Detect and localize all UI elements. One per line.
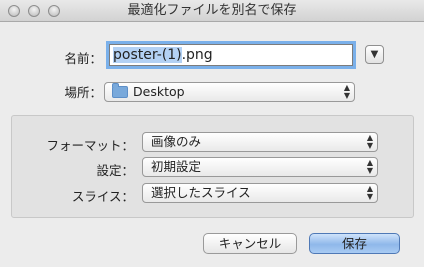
window-title: 最適化ファイルを別名で保存	[127, 3, 297, 18]
updown-arrows-icon: ▲ ▼	[343, 83, 350, 100]
location-value: Desktop	[133, 84, 185, 99]
slices-value: 選択したスライス	[151, 185, 251, 200]
updown-arrows-icon: ▲ ▼	[366, 158, 373, 175]
location-label: 場所：	[64, 85, 102, 100]
filename-label: 名前：	[64, 51, 102, 66]
slices-label: スライス：	[71, 189, 134, 204]
updown-arrows-icon: ▲ ▼	[366, 133, 373, 150]
slices-popup[interactable]: 選択したスライス ▲ ▼	[142, 183, 378, 203]
format-label: フォーマット：	[46, 138, 134, 153]
disclosure-triangle-icon: ▼	[370, 49, 379, 60]
format-value: 画像のみ	[151, 134, 202, 149]
expand-dialog-button[interactable]: ▼	[365, 45, 384, 64]
folder-icon	[112, 83, 128, 98]
save-button[interactable]: 保存	[309, 233, 400, 254]
title-bar: 最適化ファイルを別名で保存	[0, 0, 424, 22]
filename-selected-text: poster-(1)	[113, 47, 182, 63]
settings-label: 設定：	[96, 163, 134, 178]
settings-popup[interactable]: 初期設定 ▲ ▼	[142, 157, 378, 177]
filename-field[interactable]: poster-(1).png	[109, 44, 353, 66]
filename-extension: .png	[181, 47, 213, 63]
location-popup[interactable]: Desktop ▲ ▼	[104, 82, 355, 102]
cancel-button[interactable]: キャンセル	[203, 233, 297, 254]
updown-arrows-icon: ▲ ▼	[366, 184, 373, 201]
format-popup[interactable]: 画像のみ ▲ ▼	[142, 132, 378, 152]
settings-value: 初期設定	[151, 159, 202, 174]
